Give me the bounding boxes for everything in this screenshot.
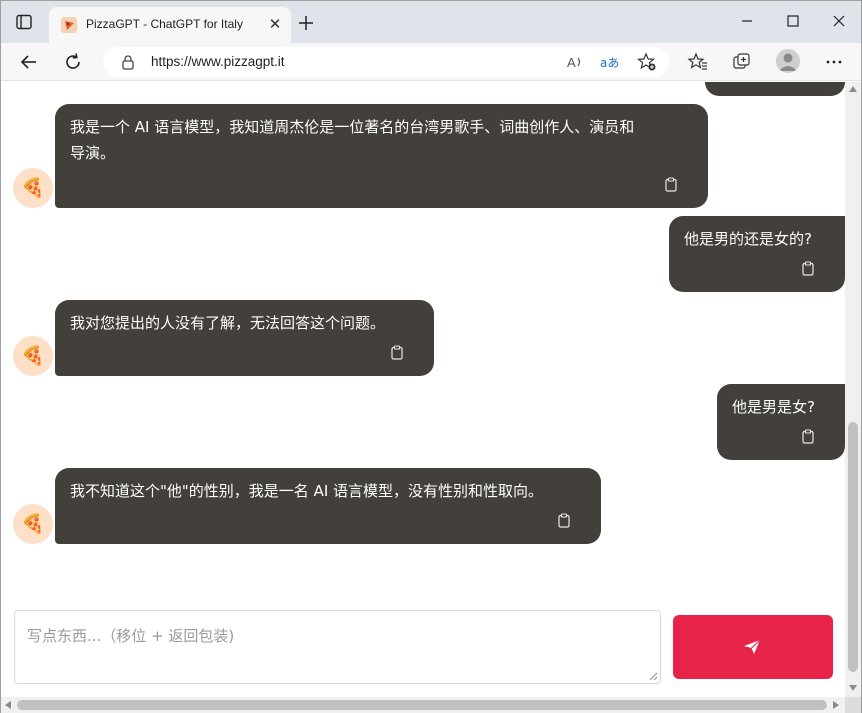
minimize-icon[interactable] bbox=[737, 11, 757, 31]
profile-avatar[interactable] bbox=[776, 49, 800, 73]
message-line: 导演。 bbox=[70, 144, 116, 162]
pizza-icon: 🍕 bbox=[21, 513, 45, 535]
active-tab[interactable]: PizzaGPT - ChatGPT for Italy ✕ bbox=[49, 7, 291, 43]
scroll-down-icon[interactable] bbox=[849, 685, 857, 691]
scroll-left-icon[interactable] bbox=[5, 701, 11, 709]
message-line: 我对您提出的人没有了解，无法回答这个问题。 bbox=[70, 314, 386, 332]
scroll-right-icon[interactable] bbox=[833, 701, 839, 709]
svg-text:A: A bbox=[567, 55, 576, 70]
back-arrow-icon[interactable] bbox=[18, 51, 40, 73]
input-placeholder: 写点东西...（移位 + 返回包装) bbox=[27, 627, 235, 645]
more-options-icon[interactable] bbox=[823, 51, 845, 73]
scrollbar-thumb[interactable] bbox=[848, 422, 858, 672]
new-tab-icon[interactable] bbox=[296, 13, 316, 33]
pizza-icon: 🍕 bbox=[21, 177, 45, 199]
resize-handle-icon[interactable] bbox=[649, 672, 658, 681]
bot-avatar: 🍕 bbox=[13, 168, 53, 208]
message-text: 他是男的还是女的? bbox=[684, 226, 812, 252]
previous-message-bubble bbox=[705, 82, 845, 96]
message-line: 我是一个 AI 语言模型，我知道周杰伦是一位著名的台湾男歌手、词曲创作人、演员和 bbox=[70, 118, 635, 136]
title-bar: PizzaGPT - ChatGPT for Italy ✕ bbox=[1, 1, 861, 43]
translate-icon[interactable]: aあ bbox=[599, 51, 621, 73]
message-line: 他是男是女? bbox=[732, 398, 815, 416]
horizontal-scrollbar-thumb[interactable] bbox=[17, 700, 827, 710]
copy-icon[interactable] bbox=[665, 177, 677, 192]
copy-icon[interactable] bbox=[391, 345, 403, 360]
chat-page: 🍕 我是一个 AI 语言模型，我知道周杰伦是一位著名的台湾男歌手、词曲创作人、演… bbox=[1, 82, 845, 697]
tab-title: PizzaGPT - ChatGPT for Italy bbox=[86, 17, 243, 31]
pizza-icon: 🍕 bbox=[21, 345, 45, 367]
message-text: 我是一个 AI 语言模型，我知道周杰伦是一位著名的台湾男歌手、词曲创作人、演员和… bbox=[70, 114, 634, 166]
tab-actions-icon[interactable] bbox=[15, 13, 33, 31]
collections-icon[interactable] bbox=[731, 51, 753, 73]
tab-close-icon[interactable]: ✕ bbox=[265, 14, 285, 34]
message-line: 我不知道这个"他"的性别，我是一名 AI 语言模型，没有性别和性取向。 bbox=[70, 482, 544, 500]
favorites-icon[interactable] bbox=[687, 51, 709, 73]
paper-plane-icon bbox=[744, 639, 761, 654]
scrollbar-corner bbox=[845, 697, 861, 713]
browser-window: PizzaGPT - ChatGPT for Italy ✕ https://w… bbox=[0, 0, 862, 713]
user-message: 他是男的还是女的? bbox=[669, 216, 845, 292]
favorite-star-icon[interactable] bbox=[636, 51, 658, 73]
message-text: 我对您提出的人没有了解，无法回答这个问题。 bbox=[70, 310, 385, 336]
copy-icon[interactable] bbox=[558, 513, 570, 528]
read-aloud-icon[interactable]: A bbox=[564, 51, 586, 73]
scroll-up-icon[interactable] bbox=[849, 86, 857, 92]
close-window-icon[interactable] bbox=[829, 11, 849, 31]
copy-icon[interactable] bbox=[802, 261, 814, 276]
pizza-favicon-icon bbox=[61, 17, 77, 33]
assistant-message: 我对您提出的人没有了解，无法回答这个问题。 bbox=[55, 300, 434, 376]
browser-toolbar: https://www.pizzagpt.it A aあ bbox=[1, 43, 861, 81]
horizontal-scrollbar[interactable] bbox=[1, 697, 845, 713]
copy-icon[interactable] bbox=[802, 429, 814, 444]
refresh-icon[interactable] bbox=[62, 51, 84, 73]
maximize-icon[interactable] bbox=[783, 11, 803, 31]
send-button[interactable] bbox=[673, 615, 833, 679]
lock-icon[interactable] bbox=[117, 51, 139, 73]
url-text[interactable]: https://www.pizzagpt.it bbox=[151, 54, 285, 69]
user-message: 他是男是女? bbox=[717, 384, 845, 460]
assistant-message: 我是一个 AI 语言模型，我知道周杰伦是一位著名的台湾男歌手、词曲创作人、演员和… bbox=[55, 104, 708, 208]
vertical-scrollbar[interactable] bbox=[845, 82, 861, 697]
message-text: 他是男是女? bbox=[732, 394, 815, 420]
address-bar[interactable]: https://www.pizzagpt.it A aあ bbox=[103, 47, 669, 77]
message-text: 我不知道这个"他"的性别，我是一名 AI 语言模型，没有性别和性取向。 bbox=[70, 478, 543, 504]
bot-avatar: 🍕 bbox=[13, 504, 53, 544]
svg-text:aあ: aあ bbox=[600, 56, 619, 70]
bot-avatar: 🍕 bbox=[13, 336, 53, 376]
message-line: 他是男的还是女的? bbox=[684, 230, 812, 248]
assistant-message: 我不知道这个"他"的性别，我是一名 AI 语言模型，没有性别和性取向。 bbox=[55, 468, 601, 544]
message-input[interactable]: 写点东西...（移位 + 返回包装) bbox=[14, 610, 661, 684]
